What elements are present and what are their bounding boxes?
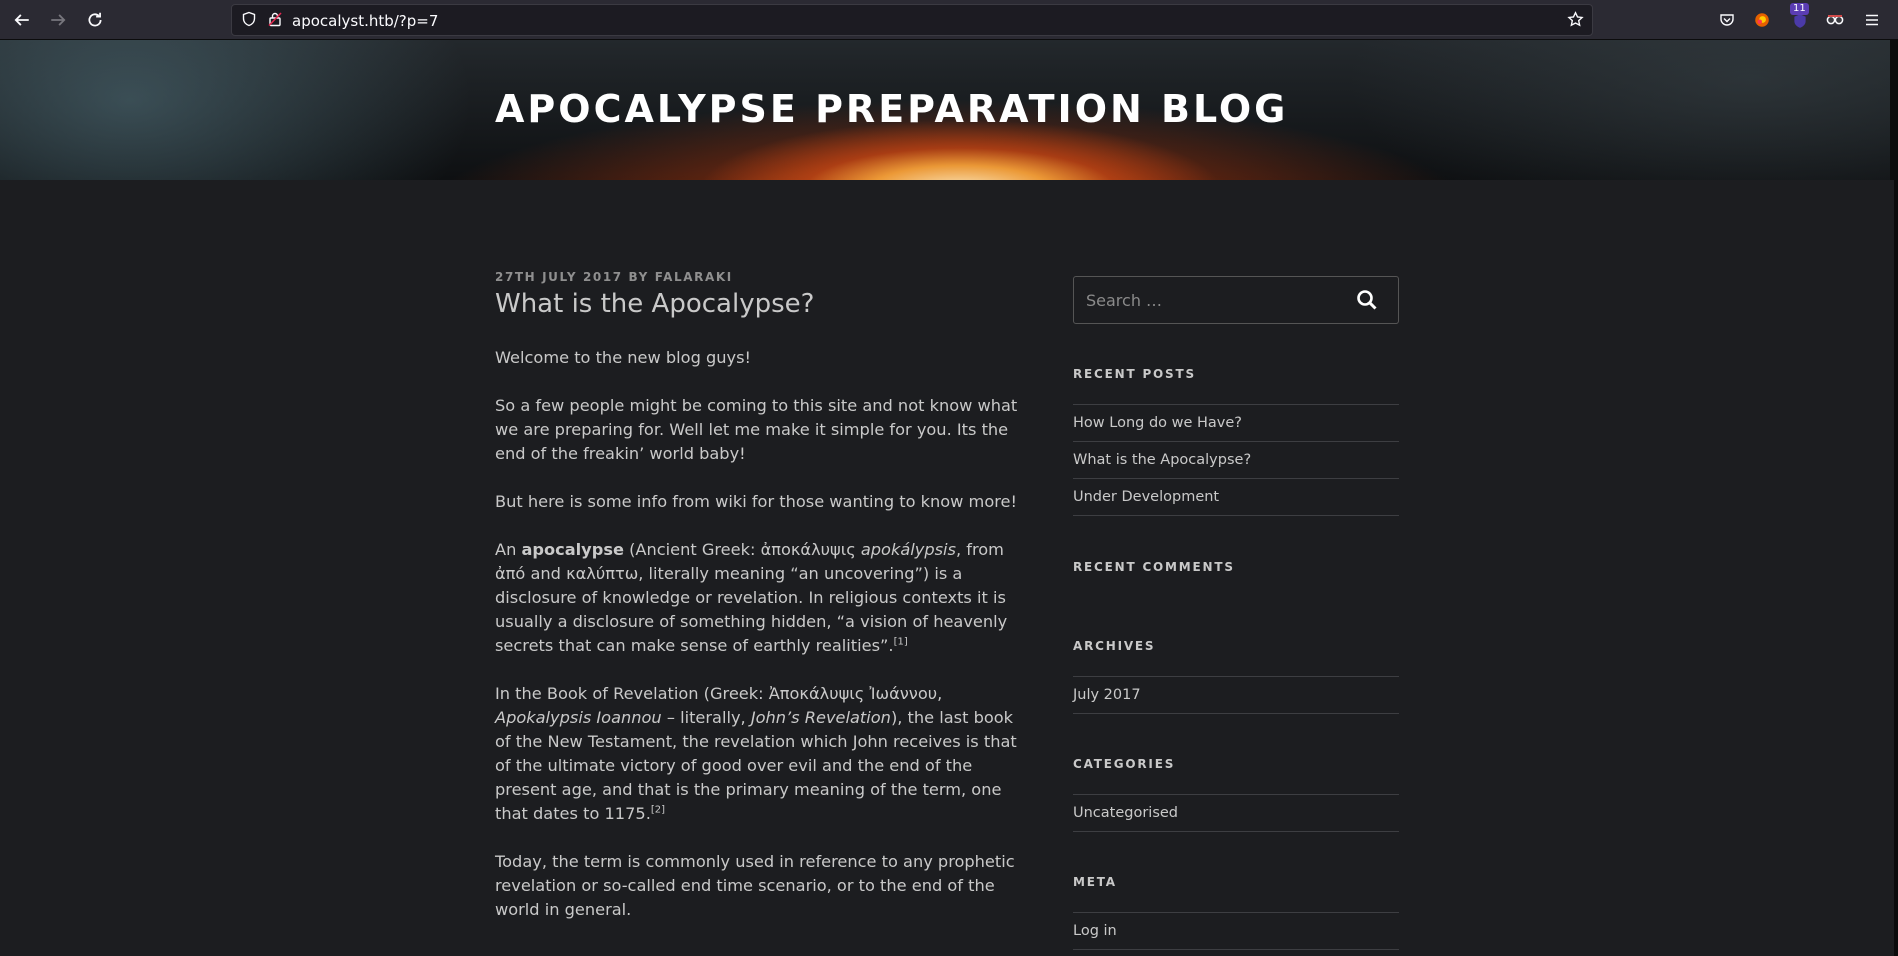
text-span: An [495,540,522,559]
text-span: In the Book of Revelation (Greek: Ἀποκάλ… [495,684,943,703]
pocket-icon[interactable] [1715,8,1739,32]
recent-post-link[interactable]: Under Development [1073,479,1399,516]
post-paragraph: In the Book of Revelation (Greek: Ἀποκάλ… [495,682,1025,826]
extension-mask-icon[interactable] [1823,8,1847,32]
browser-toolbar: apocalyst.htb/?p=7 11 [0,0,1898,40]
header-banner-image: APOCALYPSE PREPARATION BLOG [0,40,1894,180]
arrow-right-icon [51,14,66,26]
extension-badge: 11 [1790,3,1809,15]
search-input[interactable]: Search … [1073,276,1399,324]
recent-post-link[interactable]: What is the Apocalypse? [1073,442,1399,479]
categories-title: CATEGORIES [1073,757,1176,771]
address-bar[interactable]: apocalyst.htb/?p=7 [231,4,1593,36]
meta-list: Log in [1073,912,1399,950]
site-title[interactable]: APOCALYPSE PREPARATION BLOG [495,87,1288,131]
post-meta: 27TH JULY 2017 BY FALARAKI [495,270,733,284]
tracking-shield-icon[interactable] [241,11,257,32]
reload-button[interactable] [83,8,107,32]
archive-link[interactable]: July 2017 [1073,677,1399,714]
categories-list: Uncategorised [1073,794,1399,832]
post-paragraph: An apocalypse (Ancient Greek: ἀποκάλυψις… [495,538,1025,658]
meta-title: META [1073,875,1117,889]
post-date[interactable]: 27TH JULY 2017 [495,270,623,284]
recent-comments-title: RECENT COMMENTS [1073,560,1235,574]
search-placeholder: Search … [1086,291,1163,310]
post-paragraph: But here is some info from wiki for thos… [495,492,1017,511]
post-content: Welcome to the new blog guys! So a few p… [495,346,1025,946]
italic-term: Apokalypsis Ioannou [495,708,662,727]
bold-term: apocalypse [521,540,624,559]
login-link[interactable]: Log in [1073,913,1399,950]
url-text[interactable]: apocalyst.htb/?p=7 [292,12,438,30]
italic-term: apokálypsis [860,540,956,559]
italic-term: John’s Revelation [750,708,891,727]
reload-icon [88,12,102,27]
firefox-extension-icon[interactable] [1750,8,1774,32]
reference-link[interactable]: [2] [651,805,665,816]
archives-title: ARCHIVES [1073,639,1156,653]
search-icon [1357,290,1377,310]
reference-link[interactable]: [1] [894,637,908,648]
menu-hamburger-icon[interactable] [1860,8,1884,32]
post-paragraph: Welcome to the new blog guys! [495,348,752,367]
search-button[interactable] [1356,289,1378,316]
back-button[interactable] [10,8,34,32]
text-span: – literally, [661,708,751,727]
bookmark-star-icon[interactable] [1567,11,1584,33]
recent-posts-title: RECENT POSTS [1073,367,1196,381]
post-paragraph: Today, the term is commonly used in refe… [495,852,1015,919]
arrow-left-icon [14,14,29,26]
post-paragraph: So a few people might be coming to this … [495,396,1018,463]
recent-post-link[interactable]: How Long do we Have? [1073,405,1399,442]
text-span: (Ancient Greek: ἀποκάλυψις [623,540,861,559]
insecure-lock-icon[interactable] [267,11,283,32]
post-title: What is the Apocalypse? [495,289,815,319]
post-by-label: BY [628,270,649,284]
category-link[interactable]: Uncategorised [1073,795,1399,832]
post-author[interactable]: FALARAKI [655,270,733,284]
recent-posts-list: How Long do we Have? What is the Apocaly… [1073,404,1399,516]
forward-button[interactable] [46,8,70,32]
archives-list: July 2017 [1073,676,1399,714]
